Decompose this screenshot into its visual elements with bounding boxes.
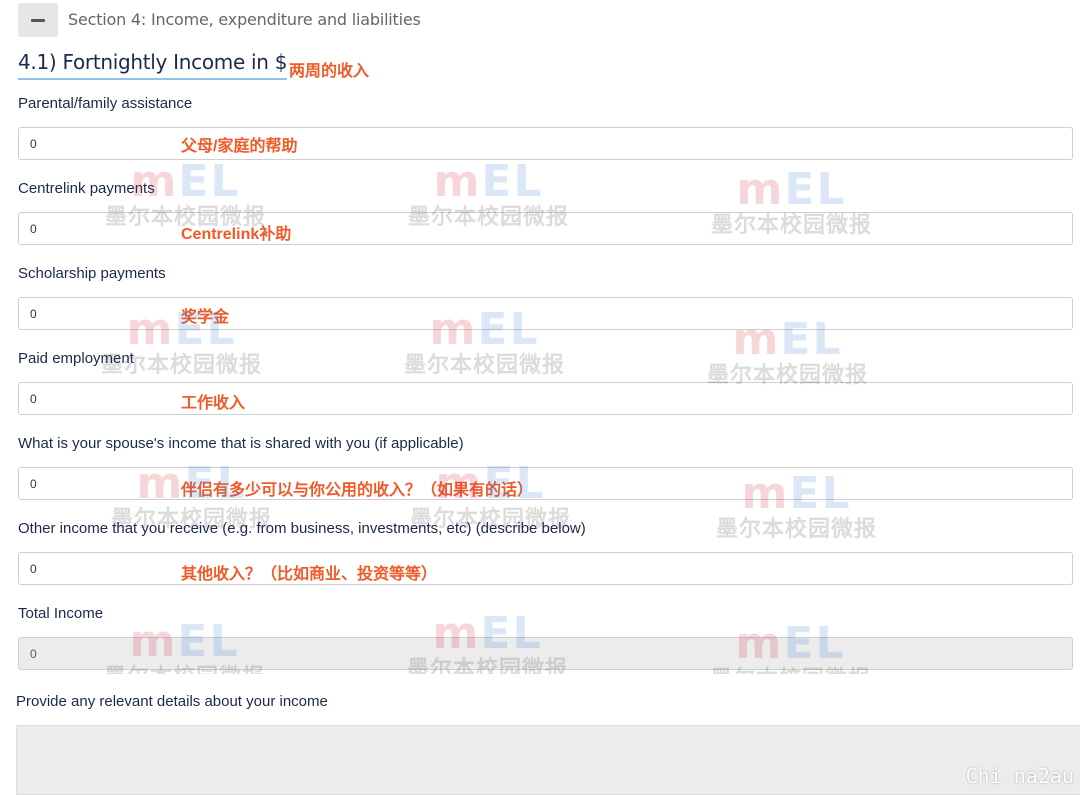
centrelink-payments-input[interactable]: [18, 212, 1073, 245]
total-income-input: [18, 637, 1073, 670]
other-income-label: Other income that you receive (e.g. from…: [18, 520, 586, 537]
section-title: Section 4: Income, expenditure and liabi…: [68, 10, 421, 29]
total-income-label: Total Income: [18, 605, 104, 622]
section-header: Section 4: Income, expenditure and liabi…: [0, 0, 1080, 38]
income-details-textarea[interactable]: [16, 725, 1080, 795]
minus-icon: [31, 19, 45, 22]
paid-employment-label: Paid employment: [18, 350, 134, 367]
scholarship-payments-label: Scholarship payments: [18, 265, 166, 282]
heading-annotation: 两周的收入: [289, 63, 370, 80]
collapse-section-button[interactable]: [18, 3, 58, 37]
page-title: 4.1) Fortnightly Income in $: [18, 50, 287, 80]
spouse-income-label: What is your spouse's income that is sha…: [18, 435, 464, 452]
corner-watermark: Chi na2au: [965, 764, 1074, 788]
parental-assistance-label: Parental/family assistance: [18, 95, 193, 112]
income-details-label: Provide any relevant details about your …: [16, 693, 328, 710]
income-details-panel: Provide any relevant details about your …: [0, 674, 1080, 795]
other-income-input[interactable]: [18, 552, 1073, 585]
paid-employment-input[interactable]: [18, 382, 1073, 415]
centrelink-payments-label: Centrelink payments: [18, 180, 155, 197]
spouse-income-input[interactable]: [18, 467, 1073, 500]
scholarship-payments-input[interactable]: [18, 297, 1073, 330]
parental-assistance-input[interactable]: [18, 127, 1073, 160]
